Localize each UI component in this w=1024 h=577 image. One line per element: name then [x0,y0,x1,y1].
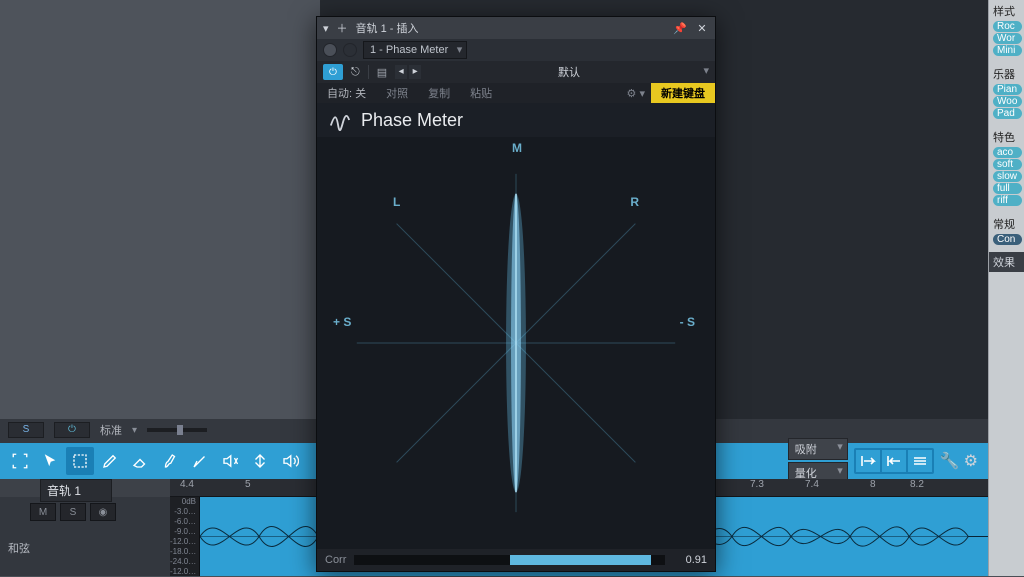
preset-list-icon[interactable]: ▤ [377,66,387,79]
tag[interactable]: Mini [993,45,1022,56]
align-end-icon[interactable] [882,450,906,472]
solo-mini[interactable]: S [8,422,44,438]
tag[interactable]: Pad [993,108,1022,119]
axis-plus-s: + S [333,315,351,329]
tag[interactable]: Pian [993,84,1022,95]
tag[interactable]: Roc [993,21,1022,32]
knife-tool[interactable] [186,447,214,475]
mute-button[interactable]: M [30,503,56,521]
add-icon[interactable]: ＋ [337,20,348,36]
effects-heading: 效果 [989,252,1024,272]
power-mini[interactable]: ⏻ [54,422,90,438]
corr-meter [354,555,665,565]
slot-icon-a[interactable] [323,43,337,57]
sidechain-icon[interactable]: ⎋ [351,66,360,79]
feat-heading: 特色 [993,129,1022,145]
mute-tool[interactable] [216,447,244,475]
phase-scope: M L R + S - S [317,137,715,549]
instr-heading: 乐器 [993,66,1022,82]
solo-button[interactable]: S [60,503,86,521]
plugin-action-row: 自动: 关 对照 复制 粘贴 ⚙ ▾ 新建键盘 [317,83,715,103]
plugin-name: Phase Meter [361,110,463,131]
tag[interactable]: riff [993,195,1022,206]
slot-icon-b[interactable] [343,43,357,57]
chord-label: 和弦 [8,540,30,556]
tag[interactable]: aco [993,147,1022,158]
tag[interactable]: soft [993,159,1022,170]
axis-minus-s: - S [680,315,695,329]
next-preset[interactable]: ▸ [409,65,421,79]
plugin-window[interactable]: ▾ ＋ 音轨 1 - 插入 📌 ✕ 1 - Phase Meter ⏻ ⎋ ▤ … [316,16,716,572]
auto-label: 自动: [327,88,352,100]
tool-frame[interactable] [6,447,34,475]
plugin-slot-row: 1 - Phase Meter [317,39,715,61]
plugin-preset-row: ⏻ ⎋ ▤ ◂ ▸ 默认 [317,61,715,83]
track-header[interactable]: 音轨 1 M S ◉ [0,497,170,576]
tag[interactable]: full [993,183,1022,194]
plugin-title: 音轨 1 - 插入 [356,20,419,36]
plugin-titlebar[interactable]: ▾ ＋ 音轨 1 - 插入 📌 ✕ [317,17,715,39]
plugin-header: Phase Meter [317,103,715,137]
track-name[interactable]: 音轨 1 [40,479,112,502]
close-icon[interactable]: ✕ [695,21,709,35]
tick: 8.2 [910,479,924,490]
new-keyboard-button[interactable]: 新建键盘 [651,83,715,103]
tick: 7.3 [750,479,764,490]
pin-icon[interactable]: 📌 [673,21,687,35]
browser-sidebar[interactable]: 样式 Roc Wor Mini 乐器 Pian Woo Pad 特色 aco s… [988,0,1024,576]
slot-select[interactable]: 1 - Phase Meter [363,41,467,59]
listen-tool[interactable] [276,447,304,475]
corr-value: 0.91 [673,554,707,566]
presonus-logo-icon [329,109,351,131]
record-button[interactable]: ◉ [90,503,116,521]
tag[interactable]: Con [993,234,1022,245]
tick: 4.4 [180,479,194,490]
tag[interactable]: Woo [993,96,1022,107]
arrow-tool[interactable] [36,447,64,475]
wrench-icon[interactable]: 🔧 [940,451,960,471]
align-start-icon[interactable] [856,450,880,472]
axis-l: L [393,195,400,209]
correlation-bar: Corr 0.91 [317,549,715,571]
gear-icon[interactable]: ⚙ ▾ [502,87,651,100]
compare-button[interactable]: 对照 [376,85,418,101]
snap-select[interactable]: 吸附 [788,438,848,460]
preset-name[interactable]: 默认 [429,64,709,80]
corr-label: Corr [325,554,346,566]
align-group [854,448,934,474]
tick: 8 [870,479,876,490]
mini-slider[interactable] [147,428,207,432]
marquee-tool[interactable] [66,447,94,475]
auto-value[interactable]: 关 [355,88,366,100]
gain-tool[interactable] [246,447,274,475]
copy-button[interactable]: 复制 [418,85,460,101]
tick: 5 [245,479,251,490]
prev-preset[interactable]: ◂ [395,65,407,79]
db-scale: 0dB-3.0…-6.0…-9.0…-12.0…-18.0…-24.0…-12.… [170,497,200,576]
axis-r: R [630,195,639,209]
tag[interactable]: Wor [993,33,1022,44]
tick: 7.4 [805,479,819,490]
brush-tool[interactable] [156,447,184,475]
style-heading: 样式 [993,3,1022,19]
eraser-tool[interactable] [126,447,154,475]
pencil-tool[interactable] [96,447,124,475]
settings-icon[interactable]: ⚙ [964,451,978,471]
paste-button[interactable]: 粘贴 [460,85,502,101]
gen-heading: 常规 [993,216,1022,232]
chevron-down-icon[interactable]: ▾ [323,22,329,35]
left-pane [0,0,320,419]
tool-right: 吸附 量化 🔧 ⚙ [788,443,978,479]
align-menu-icon[interactable] [908,450,932,472]
tag[interactable]: slow [993,171,1022,182]
axis-m: M [512,141,522,155]
power-icon[interactable]: ⏻ [323,64,343,80]
std-label: 标准 [100,422,122,438]
